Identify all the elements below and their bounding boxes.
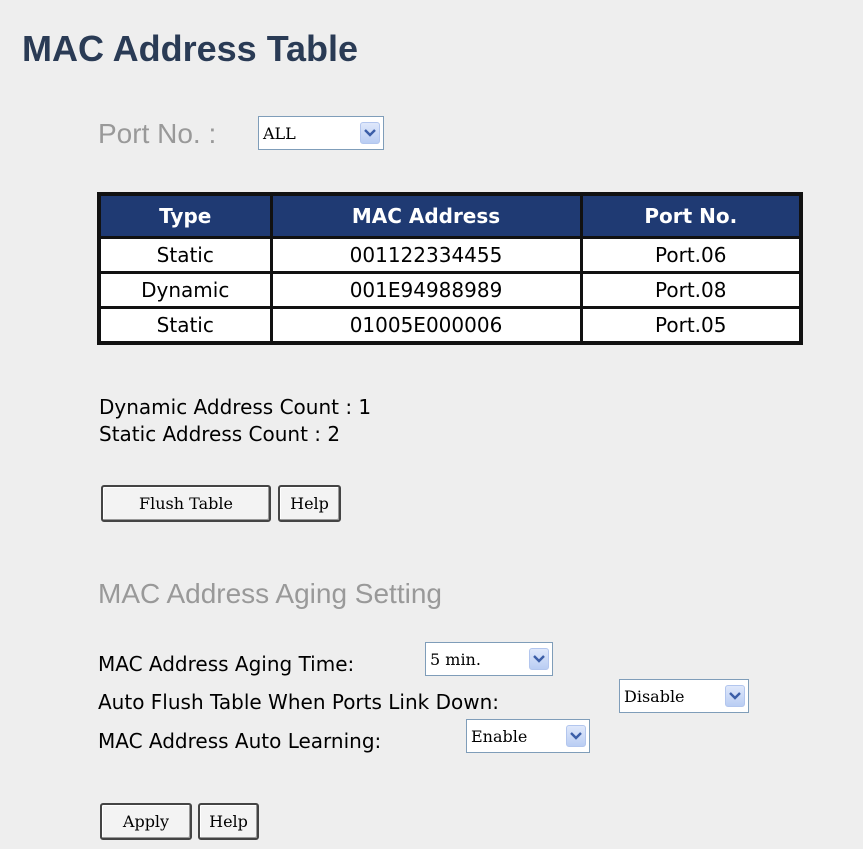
chevron-down-icon[interactable] [360, 122, 380, 144]
static-address-count: Static Address Count : 2 [99, 422, 341, 446]
cell-mac-address: 001E94988989 [269, 271, 583, 309]
table-help-button[interactable]: Help [278, 485, 341, 522]
port-filter-label: Port No. : [98, 118, 217, 149]
page-title: MAC Address Table [22, 28, 359, 69]
auto-learning-label: MAC Address Auto Learning: [98, 729, 382, 753]
port-select[interactable]: ALL [258, 116, 384, 150]
chevron-down-icon[interactable] [725, 685, 745, 707]
table-row: Static 001122334455 Port.06 [97, 236, 803, 274]
auto-flush-label: Auto Flush Table When Ports Link Down: [98, 690, 499, 714]
cell-port-no: Port.08 [579, 271, 803, 309]
column-header-port-no: Port No. [579, 192, 803, 239]
aging-time-select[interactable]: 5 min. [425, 642, 553, 676]
port-select-value: ALL [263, 123, 296, 143]
apply-button[interactable]: Apply [100, 803, 192, 840]
table-row: Static 01005E000006 Port.05 [97, 306, 803, 345]
table-row: Dynamic 001E94988989 Port.08 [97, 271, 803, 309]
table-header-row: Type MAC Address Port No. [97, 192, 803, 239]
flush-table-button[interactable]: Flush Table [101, 485, 271, 522]
column-header-mac-address: MAC Address [269, 192, 583, 239]
chevron-down-icon[interactable] [529, 648, 549, 670]
mac-address-table: Type MAC Address Port No. Static 0011223… [97, 192, 803, 345]
auto-flush-value: Disable [624, 686, 685, 706]
dynamic-address-count: Dynamic Address Count : 1 [99, 395, 372, 419]
column-header-type: Type [97, 192, 273, 239]
cell-type: Static [97, 236, 273, 274]
cell-type: Static [97, 306, 273, 345]
auto-learning-value: Enable [471, 726, 528, 746]
chevron-down-icon[interactable] [566, 725, 586, 747]
cell-mac-address: 01005E000006 [269, 306, 583, 345]
cell-type: Dynamic [97, 271, 273, 309]
aging-help-button[interactable]: Help [198, 803, 259, 840]
cell-mac-address: 001122334455 [269, 236, 583, 274]
aging-time-label: MAC Address Aging Time: [98, 652, 355, 676]
auto-learning-select[interactable]: Enable [466, 719, 590, 753]
cell-port-no: Port.06 [579, 236, 803, 274]
aging-time-value: 5 min. [430, 649, 481, 669]
aging-section-heading: MAC Address Aging Setting [98, 578, 442, 609]
cell-port-no: Port.05 [579, 306, 803, 345]
auto-flush-select[interactable]: Disable [619, 679, 749, 713]
content-panel: MAC Address Table Port No. : ALL Type MA… [0, 0, 863, 849]
